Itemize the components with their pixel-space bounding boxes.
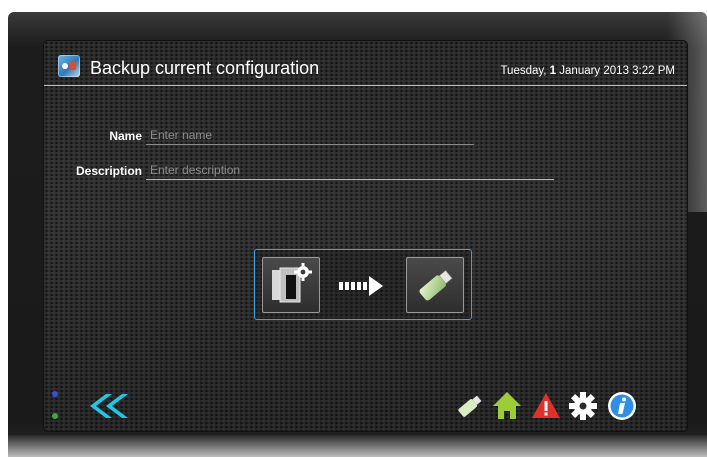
date-prefix: Tuesday, (500, 65, 550, 77)
configuration-folder-gear-icon (272, 263, 312, 303)
name-label: Name (109, 129, 142, 143)
home-icon[interactable] (491, 390, 523, 422)
page-title: Backup current configuration (90, 58, 320, 78)
status-led-green (52, 413, 58, 419)
bottom-toolbar (44, 385, 687, 431)
dashed-arrow-right-icon (339, 276, 383, 296)
usb-drive-icon (419, 270, 453, 301)
backup-app-icon (58, 55, 80, 77)
source-tile (262, 257, 320, 313)
bezel-bottom-edge (8, 435, 707, 457)
info-icon[interactable] (606, 390, 638, 422)
target-tile (406, 257, 464, 313)
double-chevron-left-icon[interactable] (88, 392, 130, 420)
backup-to-usb-button[interactable] (254, 249, 472, 320)
date-suffix: January 2013 3:22 PM (556, 65, 675, 77)
title-bar: Backup current configuration Tuesday, 1 … (44, 41, 687, 86)
description-label: Description (75, 164, 142, 178)
screen: Backup current configuration Tuesday, 1 … (44, 41, 687, 431)
gear-icon[interactable] (567, 390, 599, 422)
description-field[interactable] (146, 161, 554, 180)
status-led-blue (52, 391, 58, 397)
warning-triangle-icon[interactable] (531, 392, 561, 420)
name-field[interactable] (146, 126, 474, 145)
usb-drive-icon[interactable] (455, 391, 485, 421)
datetime: Tuesday, 1 January 2013 3:22 PM (500, 63, 675, 79)
